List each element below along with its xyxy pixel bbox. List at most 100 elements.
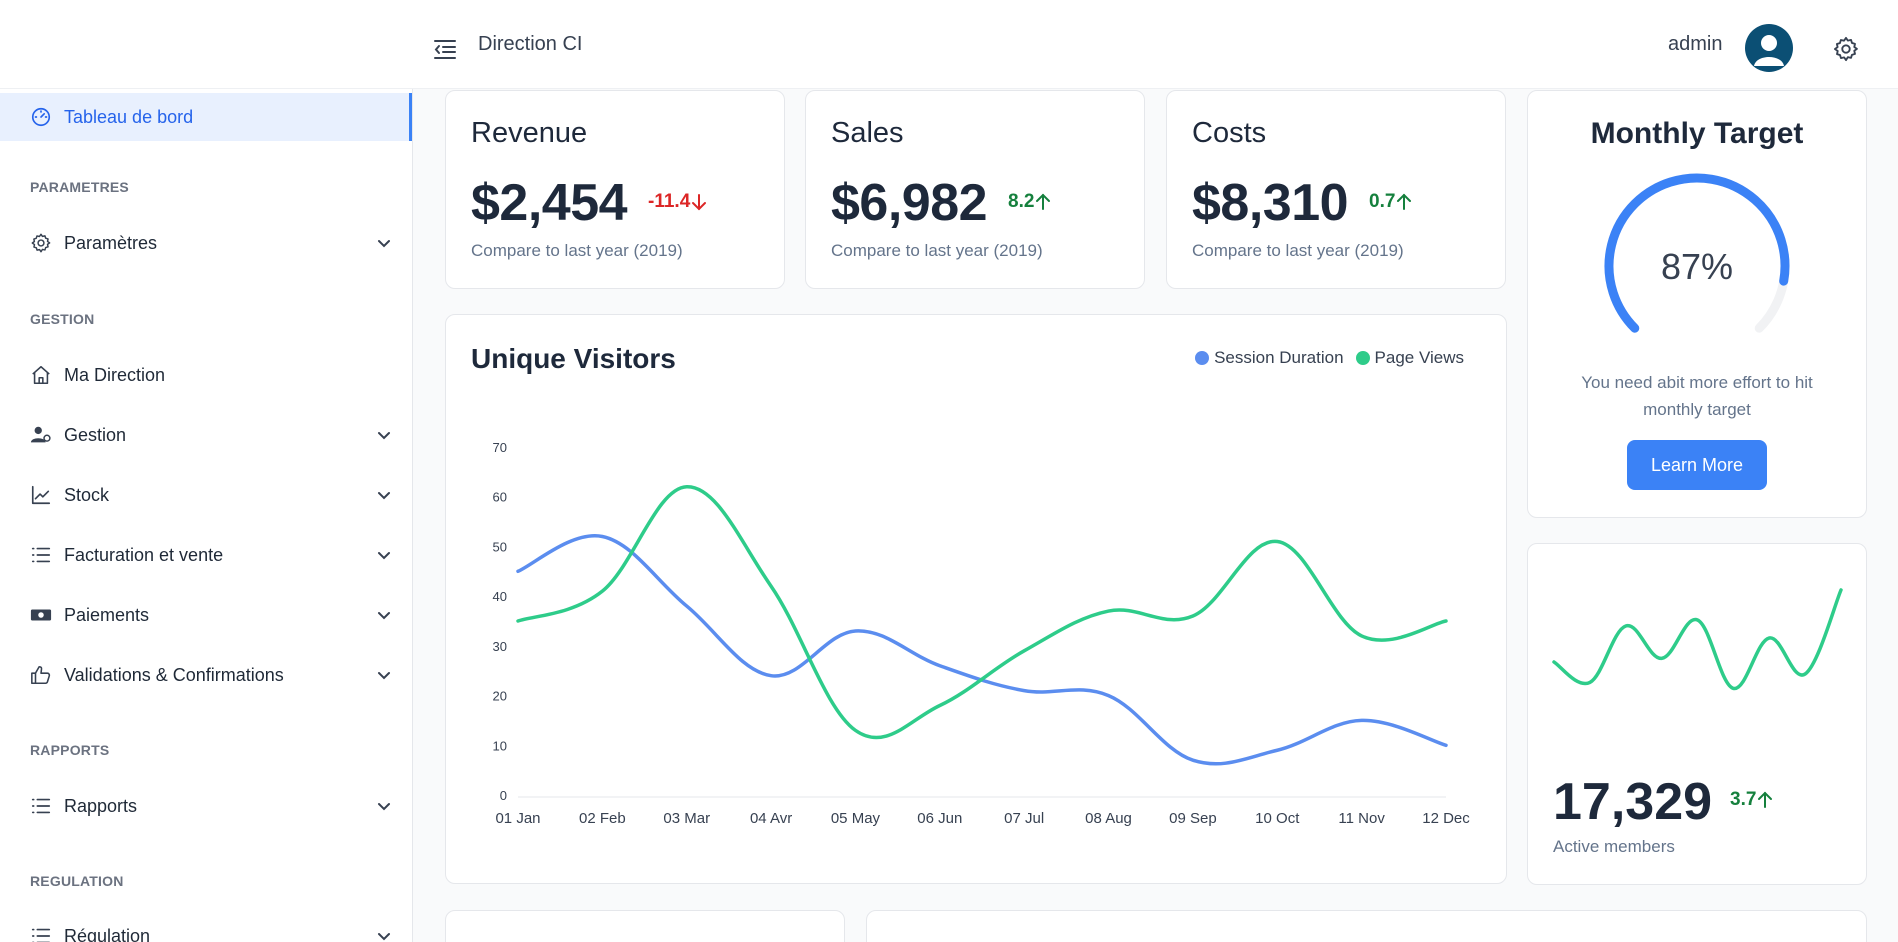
target-percent: 87% xyxy=(1660,246,1734,287)
thumbs-up-icon xyxy=(30,664,52,686)
x-tick-label: 06 Jun xyxy=(917,810,962,827)
x-tick-label: 02 Feb xyxy=(579,810,626,827)
chevron-down-icon xyxy=(376,928,392,942)
kpi-delta: 8.2 xyxy=(1008,191,1052,213)
kpi-title: Sales xyxy=(831,117,904,149)
list-icon xyxy=(30,544,52,566)
y-tick-label: 20 xyxy=(493,689,507,704)
target-message: You need abit more effort to hit monthly… xyxy=(1581,373,1813,419)
x-tick-label: 08 Aug xyxy=(1085,810,1132,827)
kpi-delta-value: 0.7 xyxy=(1369,191,1396,212)
chevron-down-icon xyxy=(376,235,392,251)
series-line-session-duration[interactable] xyxy=(516,534,1448,766)
kpi-subtitle: Compare to last year (2019) xyxy=(831,241,1043,260)
sidebar-item-paiements[interactable]: Paiements xyxy=(0,591,412,639)
y-tick-label: 30 xyxy=(493,639,507,654)
kpi-delta: 0.7 xyxy=(1369,191,1413,213)
bottom-card-right xyxy=(866,910,1867,942)
visitors-line-chart: 0 10 20 30 40 50 60 70 01 Jan 02 Feb 03 Mar 04 Avr 0… xyxy=(493,440,1471,827)
app-title: Direction CI xyxy=(478,33,583,55)
user-name[interactable]: admin xyxy=(1668,33,1722,56)
chevron-down-icon xyxy=(376,798,392,814)
unique-visitors-card: Unique Visitors Session Duration Page Vi… xyxy=(445,314,1507,884)
section-heading-rapports: RAPPORTS xyxy=(30,742,110,758)
y-tick-label: 60 xyxy=(493,490,507,505)
list-icon xyxy=(30,795,52,817)
learn-more-button[interactable]: Learn More xyxy=(1627,440,1767,490)
series-line-page-views[interactable] xyxy=(516,485,1448,740)
x-tick-label: 01 Jan xyxy=(495,810,540,827)
settings-gear-icon[interactable] xyxy=(1832,35,1860,63)
sidebar-item-label: Rapports xyxy=(64,795,138,816)
chevron-down-icon xyxy=(376,607,392,623)
section-heading-parametres: PARAMETRES xyxy=(30,179,129,195)
kpi-title: Costs xyxy=(1192,117,1267,149)
sparkline-path xyxy=(1552,588,1843,691)
kpi-card-sales: Sales $6,982 8.2 Compare to last year (2… xyxy=(805,90,1145,289)
sidebar-item-label: Tableau de bord xyxy=(64,106,194,127)
x-tick-label: 05 May xyxy=(831,810,881,827)
sidebar-item-label: Validations & Confirmations xyxy=(64,664,284,685)
sidebar-item-regulation[interactable]: Régulation xyxy=(0,912,412,942)
kpi-value: $6,982 xyxy=(831,174,988,232)
x-tick-label: 04 Avr xyxy=(750,810,792,827)
kpi-delta-value: -11.4 xyxy=(648,191,691,212)
x-tick-label: 07 Jul xyxy=(1004,810,1044,827)
chevron-down-icon xyxy=(376,427,392,443)
sidebar-item-stock[interactable]: Stock xyxy=(0,471,412,519)
x-tick-label: 09 Sep xyxy=(1169,810,1217,827)
chevron-down-icon xyxy=(376,487,392,503)
kpi-value: $2,454 xyxy=(471,174,628,232)
sidebar-item-rapports[interactable]: Rapports xyxy=(0,782,412,830)
money-icon xyxy=(30,604,52,626)
members-delta-value: 3.7 xyxy=(1730,789,1757,810)
monthly-target-card: Monthly Target 87% You need abit more ef… xyxy=(1527,90,1867,518)
sidebar-item-gestion[interactable]: Gestion xyxy=(0,411,412,459)
line-chart-icon xyxy=(30,484,52,506)
menu-toggle-icon[interactable] xyxy=(432,36,458,62)
y-tick-label: 50 xyxy=(493,539,507,554)
kpi-delta-value: 8.2 xyxy=(1008,191,1035,212)
kpi-title: Revenue xyxy=(471,117,588,149)
kpi-delta: -11.4 xyxy=(648,191,708,213)
user-cog-icon xyxy=(30,424,52,446)
dashboard-gauge-icon xyxy=(30,106,52,128)
section-heading-regulation: REGULATION xyxy=(30,873,124,889)
sidebar-item-tableau-de-bord[interactable]: Tableau de bord xyxy=(0,93,412,141)
kpi-card-revenue: Revenue $2,454 -11.4 Compare to last yea… xyxy=(445,90,785,289)
x-tick-label: 11 Nov xyxy=(1338,810,1385,827)
sidebar-item-label: Régulation xyxy=(64,925,151,942)
sidebar-item-validations[interactable]: Validations & Confirmations xyxy=(0,651,412,699)
avatar[interactable] xyxy=(1745,24,1793,72)
members-value: 17,329 xyxy=(1553,773,1713,831)
sidebar-item-label: Stock xyxy=(64,484,110,505)
members-label: Active members xyxy=(1553,837,1675,856)
bottom-card-left xyxy=(445,910,845,942)
y-tick-label: 10 xyxy=(493,738,507,753)
sidebar-item-label: Ma Direction xyxy=(64,364,166,385)
x-tick-label: 10 Oct xyxy=(1255,810,1300,827)
sidebar-item-ma-direction[interactable]: Ma Direction xyxy=(0,351,412,399)
y-tick-label: 70 xyxy=(493,440,507,455)
sidebar-item-parametres[interactable]: Paramètres xyxy=(0,219,412,267)
kpi-subtitle: Compare to last year (2019) xyxy=(1192,241,1404,260)
x-tick-label: 12 Dec xyxy=(1422,810,1470,827)
kpi-subtitle: Compare to last year (2019) xyxy=(471,241,683,260)
arrow-up-icon xyxy=(1036,193,1051,210)
top-header: Direction CI admin xyxy=(0,0,1898,89)
x-tick-label: 03 Mar xyxy=(663,810,710,827)
list-icon xyxy=(30,925,52,942)
gear-icon xyxy=(30,232,52,254)
sidebar-item-label: Gestion xyxy=(64,424,127,445)
members-sparkline xyxy=(1552,588,1843,691)
active-members-card: 17,329 3.7 Active members xyxy=(1527,543,1867,885)
sidebar-item-label: Paramètres xyxy=(64,232,158,253)
arrow-down-icon xyxy=(692,194,707,211)
sidebar-item-label: Facturation et vente xyxy=(64,544,224,565)
sidebar-item-facturation[interactable]: Facturation et vente xyxy=(0,531,412,579)
kpi-card-costs: Costs $8,310 0.7 Compare to last year (2… xyxy=(1166,90,1506,289)
kpi-value: $8,310 xyxy=(1192,174,1349,232)
sidebar: Tableau de bord PARAMETRES Paramètres GE… xyxy=(0,89,413,942)
arrow-up-icon xyxy=(1397,193,1412,210)
arrow-up-icon xyxy=(1758,791,1773,808)
